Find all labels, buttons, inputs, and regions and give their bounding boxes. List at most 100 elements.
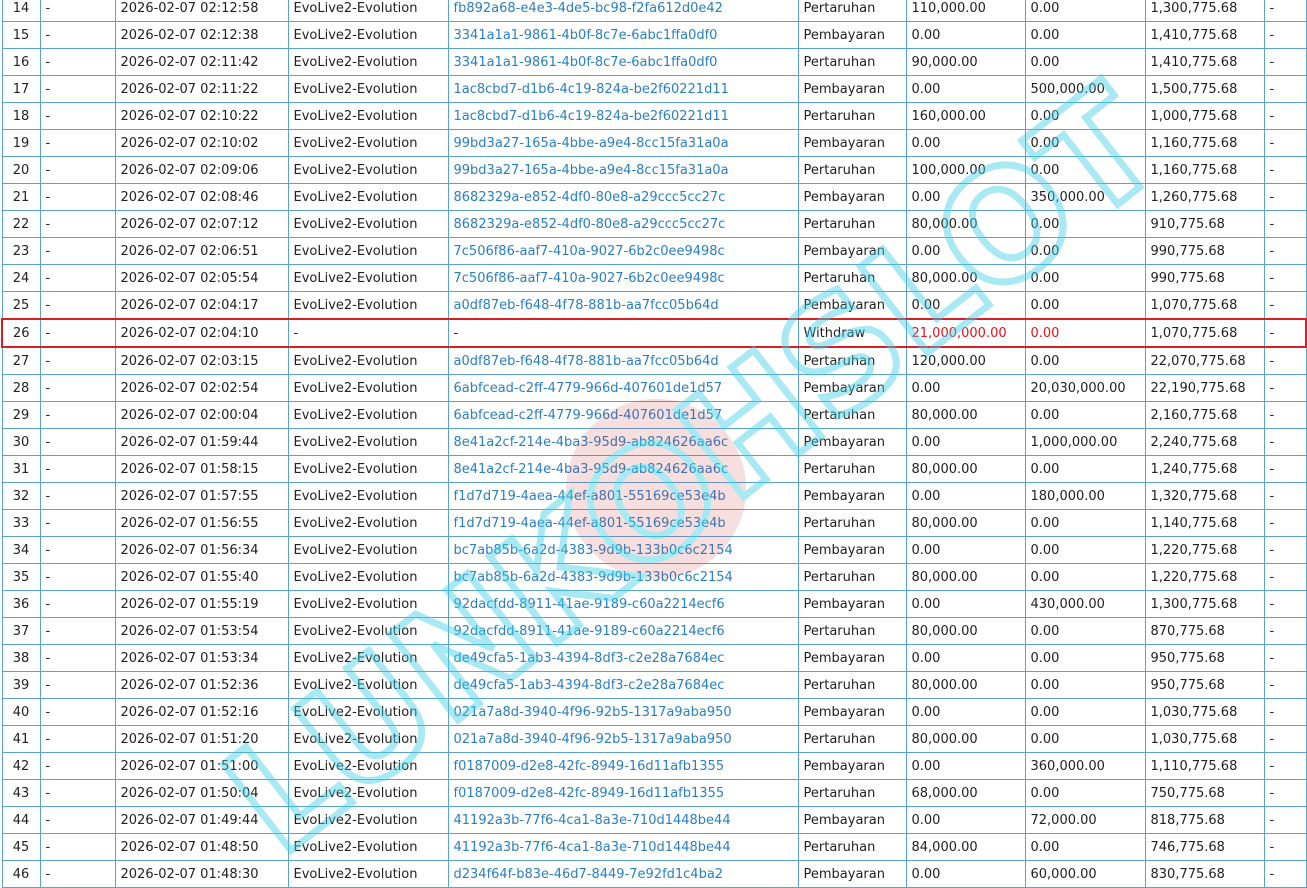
transaction-id-link[interactable]: bc7ab85b-6a2d-4383-9d9b-133b0c6c2154 bbox=[447, 536, 799, 564]
transaction-id-link[interactable]: de49cfa5-1ab3-4394-8df3-c2e28a7684ec bbox=[447, 671, 799, 699]
balance-cell: 1,300,775.68 bbox=[1144, 0, 1265, 22]
row-number: 18 bbox=[1, 102, 41, 130]
col-dash: - bbox=[39, 698, 116, 726]
row-number: 26 bbox=[1, 318, 41, 348]
col-dash: - bbox=[39, 237, 116, 265]
credit-cell: 0.00 bbox=[1024, 563, 1146, 591]
credit-cell: 0.00 bbox=[1024, 264, 1146, 292]
balance-cell: 1,240,775.68 bbox=[1144, 455, 1265, 483]
transaction-id-link[interactable]: 41192a3b-77f6-4ca1-8a3e-710d1448be44 bbox=[447, 806, 799, 834]
table-row: 27-2026-02-07 02:03:15 EvoLive2-Evolution… bbox=[1, 346, 1307, 375]
col-dash: - bbox=[39, 48, 116, 76]
provider-cell: EvoLive2-Evolution bbox=[287, 129, 449, 157]
transaction-id-link[interactable]: a0df87eb-f648-4f78-881b-aa7fcc05b64d bbox=[447, 346, 799, 375]
credit-cell: 0.00 bbox=[1024, 102, 1146, 130]
row-number: 21 bbox=[1, 183, 41, 211]
col-dash: - bbox=[39, 264, 116, 292]
table-row: 18-2026-02-07 02:10:22 EvoLive2-Evolution… bbox=[1, 102, 1307, 130]
transaction-id-link[interactable]: fb892a68-e4e3-4de5-bc98-f2fa612d0e42 bbox=[447, 0, 799, 22]
col-dash: - bbox=[39, 860, 116, 888]
type-cell: Pembayaran bbox=[797, 590, 907, 618]
provider-cell: EvoLive2-Evolution bbox=[287, 102, 449, 130]
transaction-id-link[interactable]: 99bd3a27-165a-4bbe-a9e4-8cc15fa31a0a bbox=[447, 129, 799, 157]
provider-cell: EvoLive2-Evolution bbox=[287, 237, 449, 265]
transaction-id-link[interactable]: 7c506f86-aaf7-410a-9027-6b2c0ee9498c bbox=[447, 264, 799, 292]
type-cell: Pertaruhan bbox=[797, 509, 907, 537]
provider-cell: EvoLive2-Evolution bbox=[287, 536, 449, 564]
balance-cell: 990,775.68 bbox=[1144, 237, 1265, 265]
table-row: 35-2026-02-07 01:55:40 EvoLive2-Evolution… bbox=[1, 563, 1307, 591]
transaction-id-link[interactable]: 7c506f86-aaf7-410a-9027-6b2c0ee9498c bbox=[447, 237, 799, 265]
col-dash-end: - bbox=[1263, 291, 1307, 320]
col-dash-end: - bbox=[1263, 698, 1307, 726]
date-cell: 2026-02-07 02:04:17 bbox=[114, 291, 289, 320]
col-dash-end: - bbox=[1263, 779, 1307, 807]
col-dash-end: - bbox=[1263, 860, 1307, 888]
transaction-id-link[interactable]: a0df87eb-f648-4f78-881b-aa7fcc05b64d bbox=[447, 291, 799, 320]
transaction-id-link[interactable]: de49cfa5-1ab3-4394-8df3-c2e28a7684ec bbox=[447, 644, 799, 672]
credit-cell: 0.00 bbox=[1024, 156, 1146, 184]
transaction-id-link[interactable]: 8e41a2cf-214e-4ba3-95d9-ab824626aa6c bbox=[447, 428, 799, 456]
transaction-id-link[interactable]: 021a7a8d-3940-4f96-92b5-1317a9aba950 bbox=[447, 698, 799, 726]
table-row: 29-2026-02-07 02:00:04 EvoLive2-Evolution… bbox=[1, 401, 1307, 429]
transaction-id-link[interactable]: 6abfcead-c2ff-4779-966d-407601de1d57 bbox=[447, 401, 799, 429]
col-dash: - bbox=[39, 752, 116, 780]
transaction-id-link[interactable]: 92dacfdd-8911-41ae-9189-c60a2214ecf6 bbox=[447, 617, 799, 645]
type-cell: Pertaruhan bbox=[797, 346, 907, 375]
transaction-id-link[interactable]: f0187009-d2e8-42fc-8949-16d11afb1355 bbox=[447, 752, 799, 780]
transaction-id-link[interactable]: 6abfcead-c2ff-4779-966d-407601de1d57 bbox=[447, 374, 799, 402]
transaction-id-link[interactable]: 3341a1a1-9861-4b0f-8c7e-6abc1ffa0df0 bbox=[447, 48, 799, 76]
transaction-id-link[interactable]: f1d7d719-4aea-44ef-a801-55169ce53e4b bbox=[447, 482, 799, 510]
table-row-highlighted: 26-2026-02-07 02:04:10- - Withdraw 21,000,0… bbox=[1, 318, 1307, 348]
provider-cell: EvoLive2-Evolution bbox=[287, 346, 449, 375]
col-dash: - bbox=[39, 671, 116, 699]
balance-cell: 1,070,775.68 bbox=[1144, 291, 1265, 320]
type-cell: Pertaruhan bbox=[797, 779, 907, 807]
transaction-id-link[interactable]: 8e41a2cf-214e-4ba3-95d9-ab824626aa6c bbox=[447, 455, 799, 483]
transaction-id-link[interactable]: 41192a3b-77f6-4ca1-8a3e-710d1448be44 bbox=[447, 833, 799, 861]
row-number: 36 bbox=[1, 590, 41, 618]
transaction-id-link[interactable]: f0187009-d2e8-42fc-8949-16d11afb1355 bbox=[447, 779, 799, 807]
row-number: 14 bbox=[1, 0, 41, 22]
transaction-id-link[interactable]: 1ac8cbd7-d1b6-4c19-824a-be2f60221d11 bbox=[447, 102, 799, 130]
transaction-id-link[interactable]: 8682329a-e852-4df0-80e8-a29ccc5cc27c bbox=[447, 183, 799, 211]
credit-cell: 0.00 bbox=[1024, 291, 1146, 320]
date-cell: 2026-02-07 02:12:38 bbox=[114, 21, 289, 49]
date-cell: 2026-02-07 02:06:51 bbox=[114, 237, 289, 265]
provider-cell: EvoLive2-Evolution bbox=[287, 590, 449, 618]
transaction-id-link[interactable]: 8682329a-e852-4df0-80e8-a29ccc5cc27c bbox=[447, 210, 799, 238]
type-cell: Pembayaran bbox=[797, 374, 907, 402]
transaction-id-link[interactable]: bc7ab85b-6a2d-4383-9d9b-133b0c6c2154 bbox=[447, 563, 799, 591]
debit-cell: 80,000.00 bbox=[905, 617, 1026, 645]
provider-cell: EvoLive2-Evolution bbox=[287, 563, 449, 591]
row-number: 22 bbox=[1, 210, 41, 238]
provider-cell: EvoLive2-Evolution bbox=[287, 264, 449, 292]
balance-cell: 1,220,775.68 bbox=[1144, 536, 1265, 564]
row-number: 39 bbox=[1, 671, 41, 699]
row-number: 24 bbox=[1, 264, 41, 292]
provider-cell: EvoLive2-Evolution bbox=[287, 48, 449, 76]
transaction-id-link[interactable]: d234f64f-b83e-46d7-8449-7e92fd1c4ba2 bbox=[447, 860, 799, 888]
type-cell: Pertaruhan bbox=[797, 102, 907, 130]
date-cell: 2026-02-07 02:07:12 bbox=[114, 210, 289, 238]
credit-cell: 0.00 bbox=[1024, 346, 1146, 375]
col-dash-end: - bbox=[1263, 509, 1307, 537]
type-cell: Pembayaran bbox=[797, 75, 907, 103]
transaction-id-link[interactable]: 92dacfdd-8911-41ae-9189-c60a2214ecf6 bbox=[447, 590, 799, 618]
transaction-id-link[interactable]: f1d7d719-4aea-44ef-a801-55169ce53e4b bbox=[447, 509, 799, 537]
transaction-id-link[interactable]: 99bd3a27-165a-4bbe-a9e4-8cc15fa31a0a bbox=[447, 156, 799, 184]
date-cell: 2026-02-07 02:12:58 bbox=[114, 0, 289, 22]
table-row: 44-2026-02-07 01:49:44 EvoLive2-Evolution… bbox=[1, 806, 1307, 834]
col-dash-end: - bbox=[1263, 156, 1307, 184]
transaction-id-link[interactable]: 3341a1a1-9861-4b0f-8c7e-6abc1ffa0df0 bbox=[447, 21, 799, 49]
type-cell: Pembayaran bbox=[797, 860, 907, 888]
table-row: 17-2026-02-07 02:11:22 EvoLive2-Evolution… bbox=[1, 75, 1307, 103]
provider-cell: EvoLive2-Evolution bbox=[287, 291, 449, 320]
debit-cell: 21,000,000.00 bbox=[905, 318, 1026, 348]
debit-cell: 0.00 bbox=[905, 806, 1026, 834]
date-cell: 2026-02-07 02:04:10 bbox=[114, 318, 289, 348]
type-cell: Pembayaran bbox=[797, 536, 907, 564]
transaction-id-link[interactable]: 021a7a8d-3940-4f96-92b5-1317a9aba950 bbox=[447, 725, 799, 753]
transaction-id-link[interactable]: 1ac8cbd7-d1b6-4c19-824a-be2f60221d11 bbox=[447, 75, 799, 103]
debit-cell: 0.00 bbox=[905, 536, 1026, 564]
